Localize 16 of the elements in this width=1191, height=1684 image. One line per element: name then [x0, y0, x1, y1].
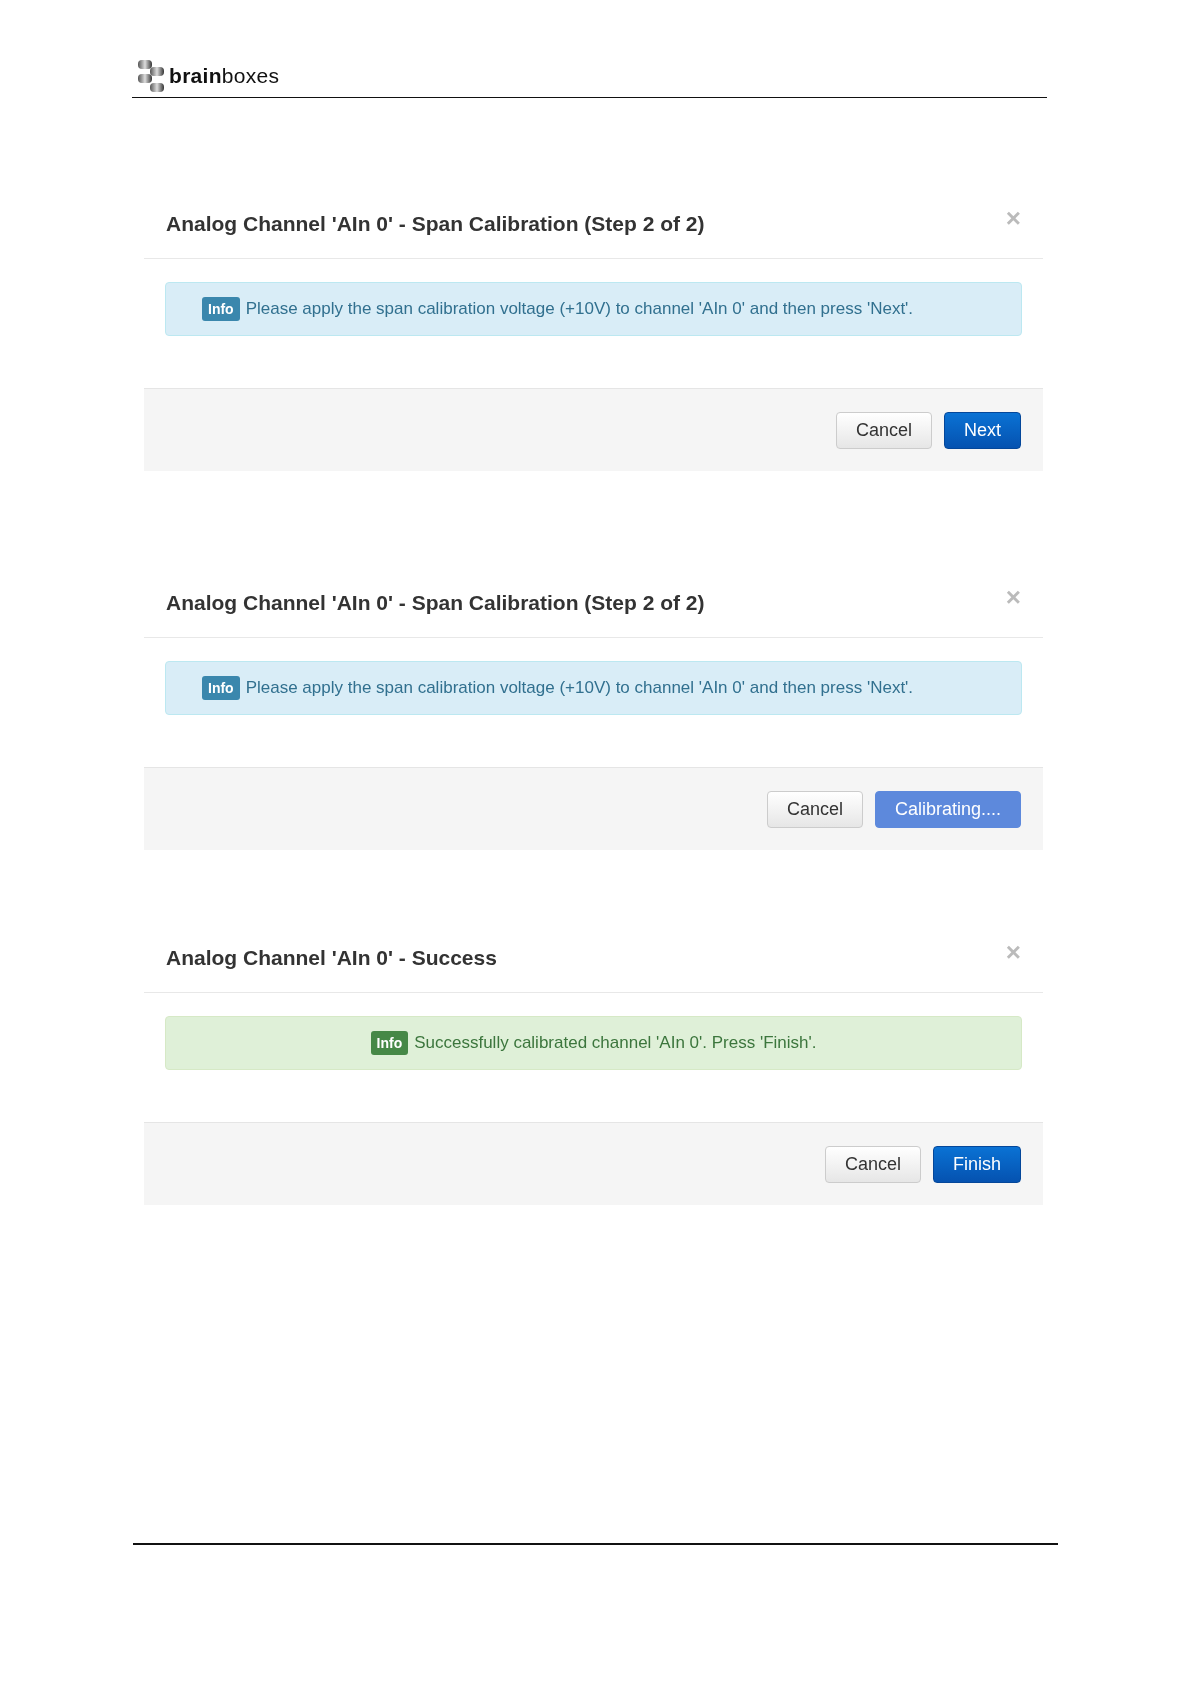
primary-button[interactable]: Next [944, 411, 1021, 449]
alert-text: Please apply the span calibration voltage (+10V) to channel 'AIn 0' and then press 'Next'. [245, 299, 914, 319]
info-badge: Info [370, 1031, 409, 1055]
alert-text: Please apply the span calibration voltage (+10V) to channel 'AIn 0' and then press 'Next'. [245, 678, 914, 698]
info-badge: Info [202, 676, 240, 700]
logo-text: brainboxes [169, 64, 280, 88]
cancel-button[interactable]: Cancel [835, 411, 932, 449]
dialog-title: Analog Channel 'AIn 0' - Span Calibration (Step 2 of 2) [166, 591, 705, 615]
dialog-title: Analog Channel 'AIn 0' - Success [166, 946, 497, 970]
alert-text: Successfully calibrated channel 'AIn 0'. Press 'Finish'. [414, 1033, 817, 1053]
cancel-button[interactable]: Cancel [824, 1145, 921, 1183]
cancel-button[interactable]: Cancel [766, 790, 863, 828]
info-badge: Info [202, 297, 240, 321]
primary-button[interactable]: Finish [933, 1145, 1021, 1183]
dialog-title: Analog Channel 'AIn 0' - Span Calibration (Step 2 of 2) [166, 212, 705, 236]
logo-icon [137, 59, 165, 93]
